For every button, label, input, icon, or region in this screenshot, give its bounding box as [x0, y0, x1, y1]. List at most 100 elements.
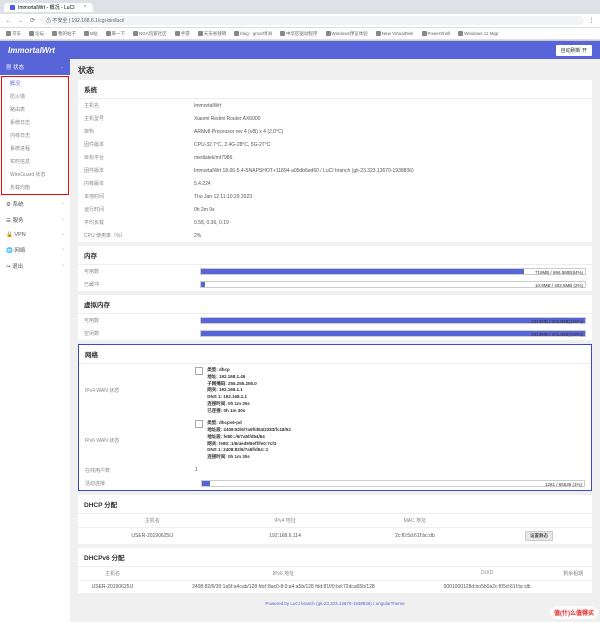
reload-button[interactable]: ⟳ [28, 16, 37, 25]
info-row: 目标平台mediatek/mt7986 [78, 151, 592, 164]
sidebar-item[interactable]: ☰ 服务› [0, 212, 70, 228]
chevron-down-icon: ⌄ [60, 64, 64, 70]
bar-row: 已缓冲10.9MB / 402.5MB (2%) [78, 278, 592, 291]
chevron-right-icon: › [62, 232, 64, 238]
close-tab-icon[interactable]: × [84, 4, 87, 10]
sidebar-sub-item[interactable]: 系统日志 [2, 116, 68, 129]
dhcp-table: 主机名IPv4 地址MAC 地址 USER-20190625IJ192.168.… [78, 514, 592, 544]
table-header: IPv4 地址 [227, 514, 344, 528]
bookmark-favicon [198, 31, 203, 36]
sidebar-icon: ⚙ [6, 202, 11, 208]
bar-row: 空闲数2013MB / 2013MB(100%) [78, 327, 592, 340]
swap-heading: 虚拟内存 [78, 295, 592, 314]
sidebar-sub-item[interactable]: 路由表 [2, 103, 68, 116]
sidebar-sub-item[interactable]: 内核日志 [2, 129, 68, 142]
bookmark-favicon [326, 31, 331, 36]
dhcpv6-card: DHCPv6 分配 主机名IPv6 地址DUID剩余租期 USER-201906… [78, 548, 592, 593]
bookmark-favicon [234, 31, 239, 36]
bookmark-item[interactable]: 来一下 [104, 30, 128, 38]
footer-link[interactable]: Powered by LuCI branch (git-23.323.13670… [265, 601, 404, 606]
sidebar-item[interactable]: ⚙ 系统› [0, 196, 70, 212]
swap-card: 虚拟内存 可用数2013MB / 2013MB(100%)空闲数2013MB /… [78, 295, 592, 340]
table-header: DUID [420, 567, 555, 581]
bookmark-favicon [376, 31, 381, 36]
bookmark-item[interactable]: 论坛 [27, 30, 46, 38]
bookmark-favicon [458, 31, 463, 36]
bookmark-item[interactable]: 天天省钱销 [196, 30, 229, 38]
wan4-info: 类型: dhcp 地址: 192.168.1.49 子网掩码: 255.255.… [195, 367, 585, 414]
info-row: 主机名ImmortalWrt [78, 99, 592, 112]
sidebar-sub-item[interactable]: WireGuard 状态 [2, 168, 68, 181]
sidebar-sub-item[interactable]: 概况 [2, 77, 68, 90]
wan4-label: IPv4 WAN 状态 [85, 387, 195, 394]
network-heading: 网络 [79, 345, 591, 364]
info-row: 本地时间Thu Jan 12 11:10:29 2023 [78, 190, 592, 203]
dhcpv6-table: 主机名IPv6 地址DUID剩余租期 USER-20190625IJ2408:8… [78, 567, 592, 593]
static-lease-button[interactable]: 设置静态 [525, 531, 553, 541]
info-row: 运行时间0h 2m 9s [78, 203, 592, 216]
sidebar-item-status[interactable]: ▦ 状态 ⌄ [0, 59, 70, 75]
dashboard-icon: ▦ [6, 65, 12, 71]
sidebar-item[interactable]: 🌐 网络› [0, 242, 70, 258]
sidebar-sub-item[interactable]: 负载均衡 [2, 181, 68, 194]
sidebar-sub-item[interactable]: 实时信息 [2, 155, 68, 168]
network-interface-icon [195, 367, 203, 375]
dhcp-heading: DHCP 分配 [78, 495, 592, 514]
extensions-icon[interactable]: ⋮ [587, 16, 596, 25]
table-header: IPv6 地址 [147, 567, 420, 581]
bookmark-item[interactable]: 中华区驱动程序 [278, 30, 320, 38]
bookmark-item[interactable]: New VirtualDisk [374, 30, 416, 37]
chevron-right-icon: › [62, 263, 64, 269]
online-users-label: 在线用户数 [85, 467, 195, 474]
bookmark-item[interactable]: Windows 11 Migr [456, 30, 500, 37]
memory-card: 内存 可用数719MB / 866.5MB(84%)已缓冲10.9MB / 40… [78, 246, 592, 291]
page-title: 状态 [78, 65, 592, 76]
bookmark-item[interactable]: 手游 [173, 30, 192, 38]
sidebar-icon: 🔒 [6, 232, 13, 238]
auto-refresh-button[interactable]: 自动刷新 开 [556, 45, 592, 56]
bookmark-item[interactable]: NGA玩家社区 [131, 30, 169, 38]
bookmark-item[interactable]: PowerShell [420, 30, 453, 37]
browser-tab[interactable]: ImmortalWrt - 概况 - LuCI × [4, 3, 93, 12]
sidebar-item[interactable]: ↪ 退出› [0, 258, 70, 274]
info-row: 平均负载0.58, 0.36, 0.19 [78, 216, 592, 229]
info-row: 固件版本CPU-32.7°C, 2.4G-28°C, 5G-27°C [78, 138, 592, 151]
bookmark-item[interactable]: 京东 [4, 30, 23, 38]
tab-favicon [10, 5, 15, 10]
bookmark-favicon [6, 31, 11, 36]
bookmark-item[interactable]: 我的帖子 [50, 30, 78, 38]
info-row: 内核版本5.4.224 [78, 177, 592, 190]
chevron-right-icon: › [62, 217, 64, 223]
bookmark-favicon [52, 31, 57, 36]
active-conn-label: 活动连接 [85, 480, 195, 487]
sidebar-item[interactable]: 🔒 VPN› [0, 228, 70, 242]
bookmark-item[interactable]: B站 [82, 30, 100, 38]
bar-row: 可用数2013MB / 2013MB(100%) [78, 314, 592, 327]
info-row: 架构ARMv8 Processor rev 4 (v8l) x 4 (2.0°C… [78, 125, 592, 138]
url-input[interactable]: ⚠ 不安全 | 192.168.6.1/cgi-bin/luci/ [40, 16, 584, 25]
network-interface-icon [195, 420, 203, 428]
watermark: 值(什)么值得买 [550, 606, 598, 619]
online-users-value: 1 [195, 467, 585, 473]
sidebar-icon: ☰ [6, 218, 11, 224]
sidebar-icon: 🌐 [6, 248, 13, 254]
bookmark-favicon [422, 31, 427, 36]
info-row: 主机型号Xiaomi Redmi Router AX6000 [78, 112, 592, 125]
bookmark-favicon [133, 31, 138, 36]
active-conn-bar: 1261 / 65536 (1%) [201, 480, 585, 487]
table-header: 剩余租期 [554, 567, 592, 581]
brand-logo: ImmortalWrt [8, 46, 55, 55]
dhcp-card: DHCP 分配 主机名IPv4 地址MAC 地址 USER-20190625IJ… [78, 495, 592, 544]
bookmark-item[interactable]: Windows预览体验 [324, 30, 370, 38]
network-card: 网络 IPv4 WAN 状态 类型: dhcp 地址: 192.168.1.49… [78, 344, 592, 491]
forward-button[interactable]: → [16, 16, 25, 25]
bookmark-item[interactable]: blog - gmor绿洲 [232, 30, 274, 38]
info-row: 固件版本ImmortalWrt 18.06-5.4-SNAPSHOT-r1189… [78, 164, 592, 177]
sidebar-sub-item[interactable]: 防火墙 [2, 90, 68, 103]
bookmark-favicon [280, 31, 285, 36]
back-button[interactable]: ← [4, 16, 13, 25]
table-header: MAC 地址 [344, 514, 486, 528]
table-row: USER-20190625IJ2408:82/6/30:1a5f:a4cab/1… [78, 580, 592, 593]
sidebar-icon: ↪ [6, 264, 11, 270]
sidebar-sub-item[interactable]: 系统进程 [2, 142, 68, 155]
